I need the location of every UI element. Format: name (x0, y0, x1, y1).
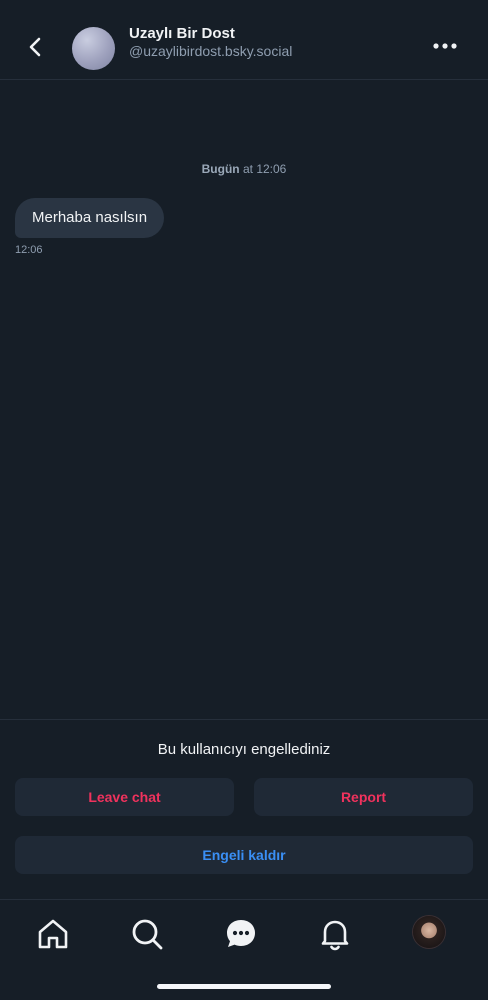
message-bubble[interactable]: Merhaba nasılsın (15, 198, 165, 238)
unblock-button[interactable]: Engeli kaldır (15, 836, 473, 874)
date-separator-day: Bugün (201, 162, 240, 176)
tab-search[interactable] (127, 914, 167, 954)
tab-messages[interactable] (221, 914, 261, 954)
blocked-user-panel: Bu kullanıcıyı engellediniz Leave chat R… (0, 719, 488, 900)
more-options-button[interactable] (430, 36, 460, 56)
tab-home[interactable] (33, 914, 73, 954)
chat-bubble-icon (227, 920, 255, 947)
chat-header: Uzaylı Bir Dost @uzaylibirdost.bsky.soci… (0, 0, 488, 80)
chevron-left-icon (29, 37, 41, 57)
bottom-tab-bar (0, 900, 488, 1000)
search-icon (132, 919, 163, 950)
home-icon (38, 919, 68, 949)
message-timestamp: 12:06 (15, 244, 43, 256)
home-indicator (157, 984, 331, 989)
contact-avatar[interactable] (72, 27, 115, 70)
contact-name[interactable]: Uzaylı Bir Dost (129, 25, 235, 42)
contact-handle: @uzaylibirdost.bsky.social (129, 43, 293, 59)
date-separator: Bugün at 12:06 (0, 162, 488, 176)
tab-notifications[interactable] (315, 914, 355, 954)
leave-chat-button[interactable]: Leave chat (15, 778, 234, 816)
back-button[interactable] (20, 32, 50, 62)
bell-icon (321, 920, 349, 951)
ellipsis-horizontal-icon (433, 43, 457, 49)
blocked-notice: Bu kullanıcıyı engellediniz (157, 741, 331, 758)
date-separator-time: at 12:06 (239, 162, 287, 176)
profile-avatar[interactable] (413, 916, 445, 948)
report-button[interactable]: Report (254, 778, 473, 816)
